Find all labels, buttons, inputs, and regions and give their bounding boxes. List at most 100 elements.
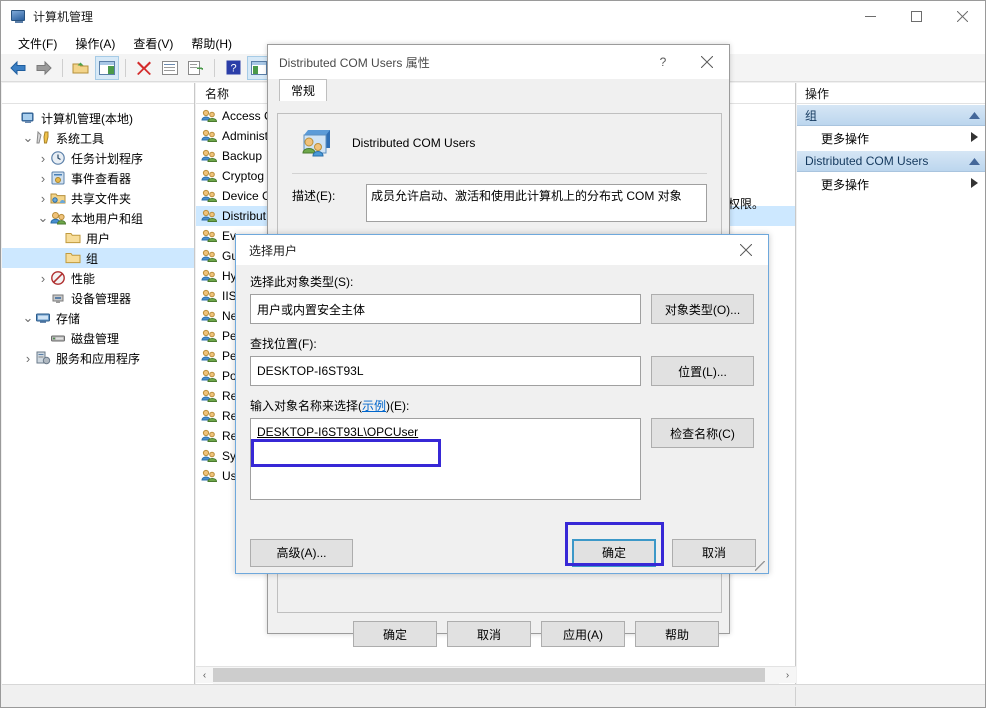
examples-link[interactable]: 示例	[362, 399, 386, 413]
chevron-up-icon[interactable]	[969, 154, 980, 168]
close-button[interactable]	[939, 1, 985, 32]
check-names-button[interactable]: 检查名称(C)	[651, 418, 754, 448]
up-folder-icon[interactable]	[69, 56, 93, 80]
description-input[interactable]: 成员允许启动、激活和使用此计算机上的分布式 COM 对象	[366, 184, 707, 222]
group-name: Sy	[222, 449, 236, 463]
advanced-button[interactable]: 高级(A)...	[250, 539, 353, 567]
properties-icon[interactable]	[158, 56, 182, 80]
performance-icon	[50, 270, 66, 286]
tree-item-9[interactable]: 设备管理器	[2, 288, 194, 308]
chevron-right-icon[interactable]: ›	[36, 151, 50, 166]
tree-item-label: 计算机管理(本地)	[41, 110, 133, 127]
select-users-titlebar: 选择用户	[236, 235, 768, 265]
tree-item-10[interactable]: ⌄存储	[2, 308, 194, 328]
properties-ok-button[interactable]: 确定	[353, 621, 437, 647]
tree-item-label: 组	[86, 250, 98, 267]
properties-cancel-button[interactable]: 取消	[447, 621, 531, 647]
window-controls	[847, 1, 985, 32]
chevron-down-icon[interactable]: ⌄	[21, 134, 35, 142]
properties-help-button[interactable]: ?	[641, 45, 685, 79]
scroll-left-icon[interactable]: ‹	[196, 667, 213, 684]
group-name-label: Distributed COM Users	[352, 136, 475, 150]
locations-button[interactable]: 位置(L)...	[651, 356, 754, 386]
tree-item-12[interactable]: › 服务和应用程序	[2, 348, 194, 368]
scroll-track[interactable]	[213, 667, 779, 684]
storage-icon	[35, 310, 51, 326]
back-icon[interactable]	[6, 56, 30, 80]
tree-item-3[interactable]: ›事件查看器	[2, 168, 194, 188]
show-hide-tree-icon[interactable]	[95, 56, 119, 80]
console-tree: 计算机管理(本地)⌄系统工具›任务计划程序›事件查看器›共享文件夹⌄本地用户和组…	[2, 104, 194, 368]
tree-item-0[interactable]: 计算机管理(本地)	[2, 108, 194, 128]
tree-item-7[interactable]: 组	[2, 248, 194, 268]
help-icon[interactable]: ?	[221, 56, 245, 80]
properties-close-icon[interactable]	[685, 45, 729, 79]
tree-item-8[interactable]: ›性能	[2, 268, 194, 288]
select-users-close-icon[interactable]	[724, 233, 768, 267]
group-icon	[296, 126, 334, 160]
location-label: 查找位置(F):	[250, 335, 754, 352]
scroll-right-icon[interactable]: ›	[779, 667, 796, 684]
resize-grip-icon[interactable]	[755, 561, 765, 571]
tree-item-11[interactable]: 磁盘管理	[2, 328, 194, 348]
tree-item-6[interactable]: 用户	[2, 228, 194, 248]
tree-item-label: 共享文件夹	[71, 190, 131, 207]
chevron-right-icon[interactable]: ›	[21, 351, 35, 366]
device-manager-icon	[50, 290, 66, 306]
group-icon	[201, 428, 217, 444]
properties-help-text-button[interactable]: 帮助	[635, 621, 719, 647]
tree-item-1[interactable]: ⌄ 系统工具	[2, 128, 194, 148]
group-icon	[201, 228, 217, 244]
chevron-down-icon[interactable]: ⌄	[36, 214, 50, 222]
chevron-up-icon[interactable]	[969, 108, 980, 122]
object-type-row: 用户或内置安全主体 对象类型(O)...	[250, 294, 754, 324]
tree-item-5[interactable]: ⌄ 本地用户和组	[2, 208, 194, 228]
menu-action[interactable]: 操作(A)	[66, 33, 124, 54]
tree-column-header	[2, 83, 194, 104]
chevron-right-icon[interactable]: ›	[36, 171, 50, 186]
properties-apply-button[interactable]: 应用(A)	[541, 621, 625, 647]
actions-item-more-actions[interactable]: 更多操作	[797, 126, 986, 150]
object-type-field[interactable]: 用户或内置安全主体	[250, 294, 641, 324]
group-name: Distribut	[222, 209, 266, 223]
select-users-title: 选择用户	[249, 242, 724, 259]
forward-icon[interactable]	[32, 56, 56, 80]
chevron-right-icon[interactable]: ›	[36, 191, 50, 206]
menu-file[interactable]: 文件(F)	[9, 33, 66, 54]
console-tree-pane: 计算机管理(本地)⌄系统工具›任务计划程序›事件查看器›共享文件夹⌄本地用户和组…	[2, 83, 195, 688]
actions-group-header[interactable]: 组	[797, 104, 986, 126]
chevron-right-icon	[971, 178, 978, 190]
tree-item-label: 磁盘管理	[71, 330, 119, 347]
export-list-icon[interactable]	[184, 56, 208, 80]
folder-icon	[65, 230, 81, 246]
actions-pane: 操作 组更多操作Distributed COM Users更多操作	[797, 83, 986, 688]
group-icon	[201, 268, 217, 284]
chevron-down-icon[interactable]: ⌄	[21, 314, 35, 322]
group-name: Administ	[222, 129, 268, 143]
menu-view[interactable]: 查看(V)	[124, 33, 182, 54]
maximize-button[interactable]	[893, 1, 939, 32]
group-icon	[201, 368, 217, 384]
tree-item-label: 本地用户和组	[71, 210, 143, 227]
horizontal-scrollbar[interactable]: ‹ ›	[196, 666, 796, 683]
tree-item-2[interactable]: ›任务计划程序	[2, 148, 194, 168]
object-types-button[interactable]: 对象类型(O)...	[651, 294, 754, 324]
description-label: 描述(E):	[292, 184, 366, 222]
tab-general[interactable]: 常规	[279, 79, 327, 101]
chevron-right-icon[interactable]: ›	[36, 271, 50, 286]
object-names-input[interactable]: DESKTOP-I6ST93L\OPCUser	[250, 418, 641, 500]
delete-icon[interactable]	[132, 56, 156, 80]
tree-item-label: 系统工具	[56, 130, 104, 147]
select-users-ok-button[interactable]: 确定	[572, 539, 656, 567]
location-field[interactable]: DESKTOP-I6ST93L	[250, 356, 641, 386]
actions-item-more-actions[interactable]: 更多操作	[797, 172, 986, 196]
minimize-button[interactable]	[847, 1, 893, 32]
scroll-thumb[interactable]	[213, 668, 765, 682]
toolbar-separator	[125, 59, 126, 77]
actions-group-header[interactable]: Distributed COM Users	[797, 150, 986, 172]
menu-help[interactable]: 帮助(H)	[182, 33, 241, 54]
tree-item-4[interactable]: › 共享文件夹	[2, 188, 194, 208]
window-title: 计算机管理	[33, 8, 847, 25]
select-users-cancel-button[interactable]: 取消	[672, 539, 756, 567]
tree-item-label: 服务和应用程序	[56, 350, 140, 367]
